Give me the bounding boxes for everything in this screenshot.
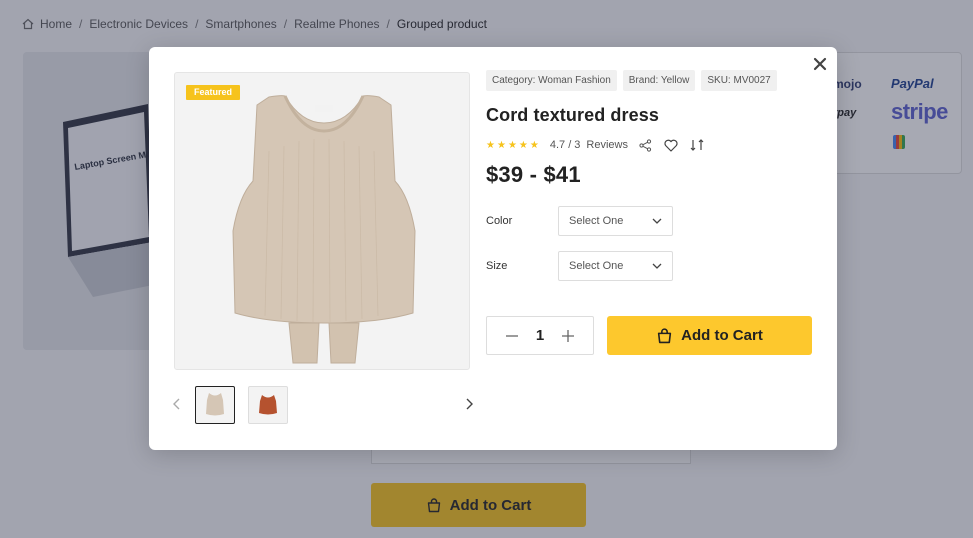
- star-icon: ★: [496, 139, 506, 151]
- product-price: $39 - $41: [486, 162, 581, 187]
- tag-brand[interactable]: Brand: Yellow: [622, 70, 696, 91]
- chevron-right-icon[interactable]: [463, 397, 475, 411]
- color-select[interactable]: Select One: [558, 206, 673, 236]
- tag-category[interactable]: Category: Woman Fashion: [486, 70, 617, 91]
- minus-icon[interactable]: [505, 329, 519, 343]
- thumbnail-dress-rust: [259, 395, 277, 415]
- thumbnail-dress-beige: [206, 393, 224, 416]
- star-icon: ★: [529, 139, 539, 151]
- size-select-value: Select One: [569, 260, 624, 272]
- tag-sku: SKU: MV0027: [701, 70, 777, 91]
- product-title: Cord textured dress: [486, 105, 659, 125]
- size-option: Size Select One: [486, 251, 673, 281]
- plus-icon[interactable]: [561, 329, 575, 343]
- size-select[interactable]: Select One: [558, 251, 673, 281]
- product-info: Category: Woman Fashion Brand: Yellow SK…: [486, 70, 816, 355]
- chevron-down-icon: [652, 263, 662, 269]
- thumbnail-2[interactable]: [248, 386, 288, 424]
- color-label: Color: [486, 215, 513, 227]
- product-tags: Category: Woman Fashion Brand: Yellow SK…: [486, 70, 816, 91]
- rating-row: ★ ★ ★ ★ ★ 4.7 / 3 Reviews: [486, 137, 816, 153]
- quantity-value[interactable]: 1: [536, 327, 544, 344]
- add-to-cart-label: Add to Cart: [681, 327, 763, 344]
- quick-view-modal: Featured Category: Woman Fashion Brand: …: [149, 47, 837, 450]
- dress-image: [232, 95, 416, 364]
- size-label: Size: [486, 260, 508, 272]
- share-icon[interactable]: [637, 137, 653, 153]
- product-main-image: Featured: [174, 72, 470, 370]
- chevron-down-icon: [652, 218, 662, 224]
- heart-icon[interactable]: [663, 137, 679, 153]
- star-icon: ★: [518, 139, 528, 151]
- rating-stars: ★ ★ ★ ★ ★: [486, 140, 539, 151]
- color-select-value: Select One: [569, 215, 624, 227]
- star-icon: ★: [507, 139, 517, 151]
- rating-value: 4.7 / 3: [549, 139, 581, 151]
- thumbnail-1[interactable]: [195, 386, 235, 424]
- color-option: Color Select One: [486, 206, 673, 236]
- compare-icon[interactable]: [689, 137, 705, 153]
- reviews-link[interactable]: Reviews: [586, 139, 628, 151]
- add-to-cart-button[interactable]: Add to Cart: [607, 316, 812, 355]
- chevron-left-icon[interactable]: [171, 397, 183, 411]
- quantity-stepper: 1: [486, 316, 594, 355]
- star-icon: ★: [486, 139, 495, 151]
- bag-icon: [658, 328, 672, 344]
